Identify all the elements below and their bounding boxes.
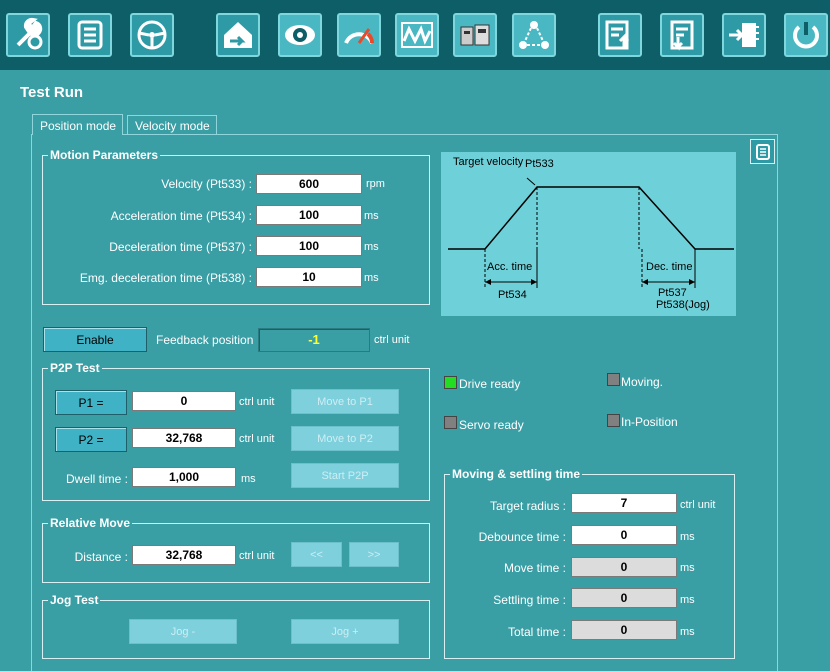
feedback-position-value: -1 bbox=[258, 328, 370, 352]
settling-time-row-label: Settling time : bbox=[493, 593, 566, 607]
drive-ready-label: Drive ready bbox=[459, 377, 521, 391]
dec-time-text: Dec. time bbox=[646, 261, 692, 273]
distance-label: Distance : bbox=[74, 550, 128, 564]
target-radius-unit: ctrl unit bbox=[680, 499, 716, 511]
feedback-position-unit: ctrl unit bbox=[374, 334, 410, 346]
start-p2p-button[interactable]: Start P2P bbox=[291, 463, 399, 488]
download-params-icon[interactable] bbox=[660, 13, 704, 57]
target-velocity-text: Target velocity bbox=[453, 156, 524, 168]
p1-input[interactable]: 0 bbox=[132, 391, 236, 411]
move-to-p2-button[interactable]: Move to P2 bbox=[291, 426, 399, 451]
page-title: Test Run bbox=[20, 84, 84, 101]
dwell-time-input[interactable]: 1,000 bbox=[132, 467, 236, 487]
move-forward-button[interactable]: >> bbox=[349, 542, 399, 567]
move-to-p1-button[interactable]: Move to P1 bbox=[291, 389, 399, 414]
pt538-text: Pt538(Jog) bbox=[656, 299, 710, 311]
settling-time-unit: ms bbox=[680, 594, 695, 606]
deceleration-input[interactable]: 100 bbox=[256, 236, 362, 256]
velocity-input[interactable]: 600 bbox=[256, 174, 362, 194]
eye-icon[interactable] bbox=[278, 13, 322, 57]
servo-ready-led bbox=[444, 416, 457, 429]
velocity-label: Velocity (Pt533) : bbox=[161, 177, 252, 191]
move-time-label: Move time : bbox=[503, 561, 566, 575]
relative-move-label: Relative Move bbox=[48, 516, 133, 530]
enable-button[interactable]: Enable bbox=[43, 327, 147, 352]
document-list-icon[interactable] bbox=[68, 13, 112, 57]
moving-label: Moving. bbox=[621, 375, 664, 389]
tab-velocity-mode[interactable]: Velocity mode bbox=[127, 115, 217, 134]
acceleration-unit: ms bbox=[364, 210, 379, 222]
firmware-chip-icon[interactable] bbox=[722, 13, 766, 57]
total-time-label: Total time : bbox=[507, 625, 566, 639]
dwell-time-unit: ms bbox=[241, 473, 256, 485]
acceleration-input[interactable]: 100 bbox=[256, 205, 362, 225]
speedometer-icon[interactable] bbox=[337, 13, 381, 57]
p2p-test-label: P2P Test bbox=[48, 361, 102, 375]
jog-test-label: Jog Test bbox=[48, 593, 101, 607]
home-back-icon[interactable] bbox=[216, 13, 260, 57]
deceleration-unit: ms bbox=[364, 241, 379, 253]
dwell-time-label: Dwell time : bbox=[65, 472, 128, 486]
moving-led bbox=[607, 373, 620, 386]
velocity-unit: rpm bbox=[366, 178, 385, 190]
scope-waveform-icon[interactable] bbox=[395, 13, 439, 57]
debounce-time-unit: ms bbox=[680, 531, 695, 543]
p2-unit: ctrl unit bbox=[239, 433, 275, 445]
servo-ready-label: Servo ready bbox=[459, 418, 524, 432]
debounce-time-input[interactable]: 0 bbox=[571, 525, 677, 545]
main-toolbar bbox=[0, 0, 830, 70]
emg-deceleration-unit: ms bbox=[364, 272, 379, 284]
tools-icon[interactable] bbox=[6, 13, 50, 57]
drive-ready-led bbox=[444, 376, 457, 389]
upload-params-icon[interactable] bbox=[598, 13, 642, 57]
pt533-text: Pt533 bbox=[525, 158, 554, 170]
target-radius-label: Target radius : bbox=[489, 499, 566, 513]
settling-time-value: 0 bbox=[571, 588, 677, 608]
velocity-profile-graph: Target velocity Pt533 Acc. time Pt534 De… bbox=[448, 156, 734, 311]
in-position-led bbox=[607, 414, 620, 427]
pt537-text: Pt537 bbox=[658, 287, 687, 299]
network-nodes-icon[interactable] bbox=[512, 13, 556, 57]
move-backward-button[interactable]: << bbox=[291, 542, 342, 567]
debounce-time-label: Debounce time : bbox=[478, 530, 566, 544]
feedback-position-label: Feedback position bbox=[156, 333, 254, 347]
p1-unit: ctrl unit bbox=[239, 396, 275, 408]
power-reset-icon[interactable] bbox=[784, 13, 828, 57]
tab-position-mode[interactable]: Position mode bbox=[32, 114, 123, 135]
total-time-value: 0 bbox=[571, 620, 677, 640]
target-radius-input[interactable]: 7 bbox=[571, 493, 677, 513]
jog-plus-button[interactable]: Jog + bbox=[291, 619, 399, 644]
test-run-window: Test Run Position mode Velocity mode Mot… bbox=[0, 0, 830, 671]
acceleration-label: Acceleration time (Pt534) : bbox=[110, 209, 252, 223]
distance-unit: ctrl unit bbox=[239, 550, 275, 562]
emg-deceleration-label: Emg. deceleration time (Pt538) : bbox=[79, 271, 252, 285]
steering-wheel-icon[interactable] bbox=[130, 13, 174, 57]
velocity-profile-diagram: Target velocity Pt533 Acc. time Pt534 De… bbox=[441, 152, 736, 316]
emg-deceleration-input[interactable]: 10 bbox=[256, 267, 362, 287]
in-position-label: In-Position bbox=[621, 415, 678, 429]
deceleration-label: Deceleration time (Pt537) : bbox=[109, 240, 252, 254]
p2-button[interactable]: P2 = bbox=[55, 427, 127, 452]
drive-units-icon[interactable] bbox=[453, 13, 497, 57]
acc-time-text: Acc. time bbox=[487, 261, 532, 273]
move-time-value: 0 bbox=[571, 557, 677, 577]
p1-button[interactable]: P1 = bbox=[55, 390, 127, 415]
pt534-text: Pt534 bbox=[498, 289, 527, 301]
motion-parameters-label: Motion Parameters bbox=[48, 148, 161, 162]
jog-minus-button[interactable]: Jog - bbox=[129, 619, 237, 644]
distance-input[interactable]: 32,768 bbox=[132, 545, 236, 565]
p2-input[interactable]: 32,768 bbox=[132, 428, 236, 448]
parameter-list-icon[interactable] bbox=[750, 139, 775, 164]
total-time-unit: ms bbox=[680, 626, 695, 638]
move-time-unit: ms bbox=[680, 562, 695, 574]
settling-time-label: Moving & settling time bbox=[450, 467, 583, 481]
